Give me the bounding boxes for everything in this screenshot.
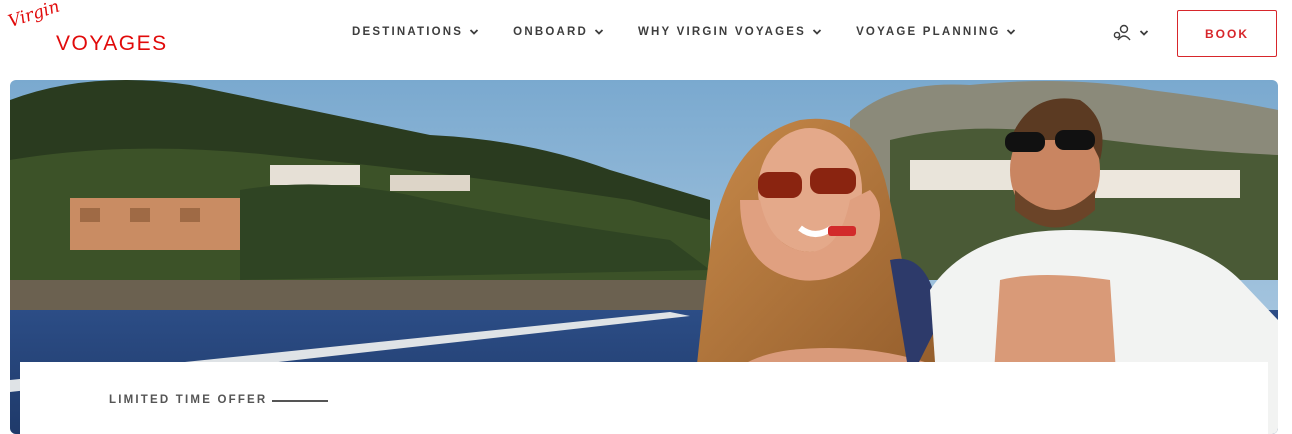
chevron-down-icon	[594, 29, 604, 35]
hero-banner: LIMITED TIME OFFER	[10, 80, 1278, 434]
nav-item-label: ONBOARD	[513, 26, 588, 38]
nav-item-destinations[interactable]: DESTINATIONS	[352, 26, 479, 38]
logo-word: VOYAGES	[56, 32, 168, 55]
nav-item-onboard[interactable]: ONBOARD	[513, 26, 604, 38]
virgin-voyages-logo[interactable]: Virgin VOYAGES	[6, 0, 170, 58]
site-header: Virgin VOYAGES DESTINATIONS ONBOARD WHY …	[0, 0, 1292, 70]
nav-item-label: WHY VIRGIN VOYAGES	[638, 26, 807, 38]
nav-item-label: VOYAGE PLANNING	[856, 26, 1001, 38]
nav-item-label: DESTINATIONS	[352, 26, 464, 38]
book-button[interactable]: BOOK	[1177, 10, 1277, 57]
logo-script: Virgin	[5, 0, 63, 33]
chevron-down-icon	[470, 29, 479, 35]
user-account-icon	[1113, 24, 1131, 41]
chevron-down-icon	[812, 29, 822, 35]
limited-time-offer-label: LIMITED TIME OFFER	[109, 394, 268, 406]
account-menu[interactable]	[1113, 24, 1149, 42]
nav-item-why-virgin-voyages[interactable]: WHY VIRGIN VOYAGES	[638, 26, 822, 38]
offer-divider-line	[272, 400, 328, 402]
offer-card: LIMITED TIME OFFER	[20, 362, 1268, 434]
chevron-down-icon	[1007, 29, 1016, 35]
nav-item-voyage-planning[interactable]: VOYAGE PLANNING	[856, 26, 1016, 38]
main-nav: DESTINATIONS ONBOARD WHY VIRGIN VOYAGES …	[352, 26, 1016, 38]
chevron-down-icon	[1139, 30, 1149, 36]
